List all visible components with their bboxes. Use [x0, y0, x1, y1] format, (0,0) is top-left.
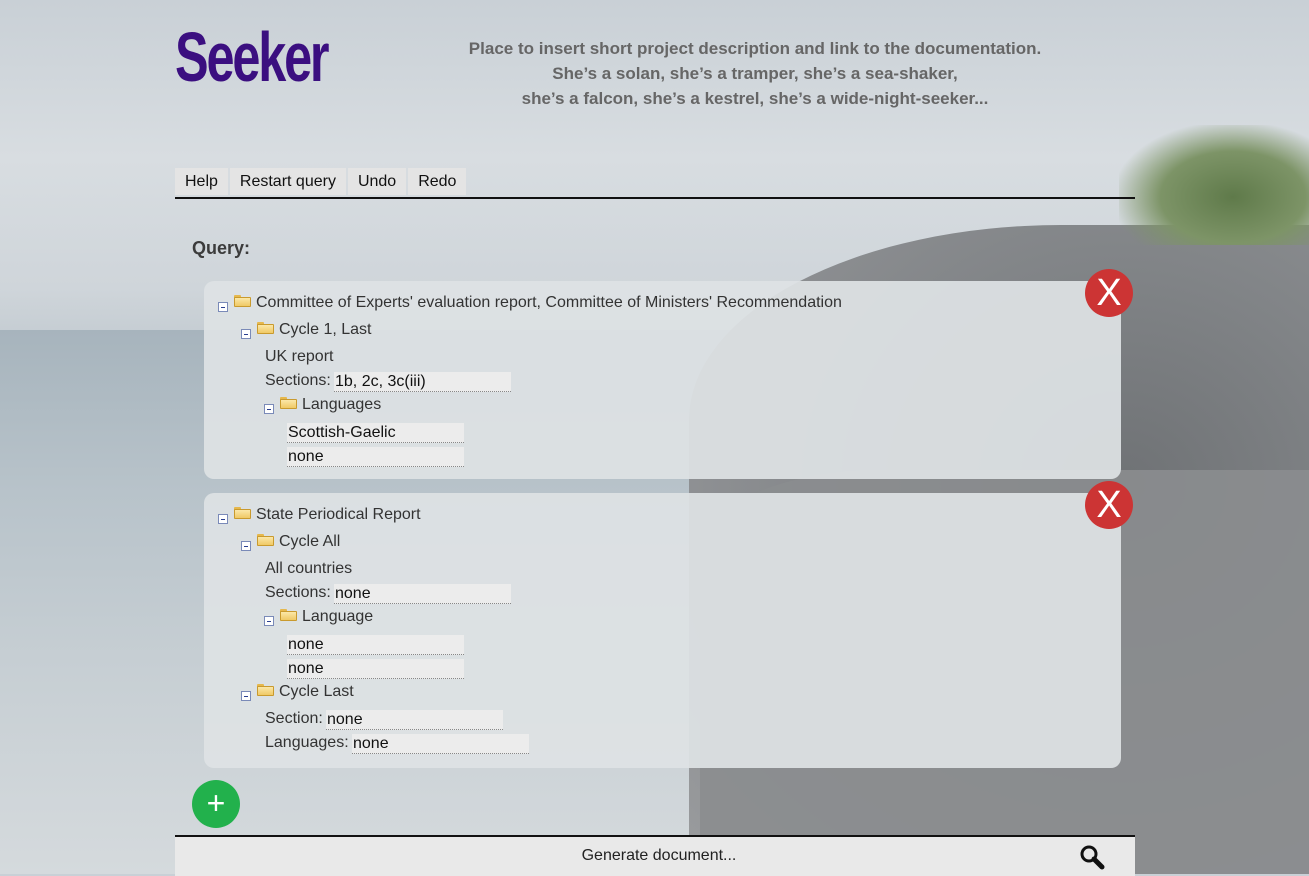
footer-bar: Generate document...	[175, 835, 1135, 876]
card-1-language-field-1[interactable]: Scottish-Gaelic	[287, 423, 464, 443]
card-1-language-field-2[interactable]: none	[287, 447, 464, 467]
card-2-country: All countries	[265, 560, 353, 577]
card-1-languages-label: Languages	[302, 396, 382, 413]
card-1-sections-label: Sections:	[265, 372, 331, 389]
remove-card-2-button[interactable]: X	[1085, 481, 1133, 529]
folder-icon	[234, 295, 251, 307]
folder-icon	[234, 507, 251, 519]
restart-query-button[interactable]: Restart query	[229, 168, 346, 195]
folder-icon	[257, 534, 274, 546]
collapse-toggle-icon[interactable]	[264, 404, 274, 414]
collapse-toggle-icon[interactable]	[264, 616, 274, 626]
query-heading: Query:	[192, 238, 251, 258]
card-2-language-field-2[interactable]: none	[287, 659, 464, 679]
background-trees	[1119, 125, 1309, 245]
card-1-title: Committee of Experts' evaluation report,…	[256, 294, 842, 311]
card-2-languages-field[interactable]: none	[352, 734, 529, 754]
generate-document-link[interactable]: Generate document...	[175, 847, 1143, 865]
project-description: Place to insert short project descriptio…	[415, 36, 1095, 111]
card-2-language-field-1[interactable]: none	[287, 635, 464, 655]
menu-bar: Help Restart query Undo Redo	[175, 168, 1135, 199]
card-1-cycle: Cycle 1, Last	[279, 321, 372, 338]
add-query-button[interactable]: +	[192, 780, 240, 828]
card-2-sections-field[interactable]: none	[334, 584, 511, 604]
undo-button[interactable]: Undo	[347, 168, 407, 195]
card-2-language-label: Language	[302, 608, 374, 625]
card-2-cycle-2: Cycle Last	[279, 683, 354, 700]
redo-button[interactable]: Redo	[408, 168, 467, 195]
collapse-toggle-icon[interactable]	[241, 541, 251, 551]
card-2-section-label: Section:	[265, 710, 323, 727]
folder-icon	[257, 684, 274, 696]
collapse-toggle-icon[interactable]	[218, 514, 228, 524]
collapse-toggle-icon[interactable]	[241, 691, 251, 701]
header: Seeker Place to insert short project des…	[175, 18, 1135, 118]
search-icon[interactable]	[1079, 844, 1105, 870]
collapse-toggle-icon[interactable]	[241, 329, 251, 339]
card-1-sections-field[interactable]: 1b, 2c, 3c(iii)	[334, 372, 511, 392]
description-line-3: she’s a falcon, she’s a kestrel, she’s a…	[521, 89, 989, 108]
card-2-cycle: Cycle All	[279, 533, 341, 550]
card-1-country: UK report	[265, 348, 334, 365]
collapse-toggle-icon[interactable]	[218, 302, 228, 312]
folder-icon	[280, 397, 297, 409]
description-line-2: She’s a solan, she’s a tramper, she’s a …	[552, 64, 958, 83]
card-2-languages-label: Languages:	[265, 734, 349, 751]
card-2-section-field[interactable]: none	[326, 710, 503, 730]
card-2-title: State Periodical Report	[256, 506, 421, 523]
description-line-1: Place to insert short project descriptio…	[468, 39, 1042, 58]
folder-icon	[257, 322, 274, 334]
help-button[interactable]: Help	[175, 168, 228, 195]
remove-card-1-button[interactable]: X	[1085, 269, 1133, 317]
app-logo: Seeker	[175, 18, 330, 96]
card-2-sections-label: Sections:	[265, 584, 331, 601]
folder-icon	[280, 609, 297, 621]
